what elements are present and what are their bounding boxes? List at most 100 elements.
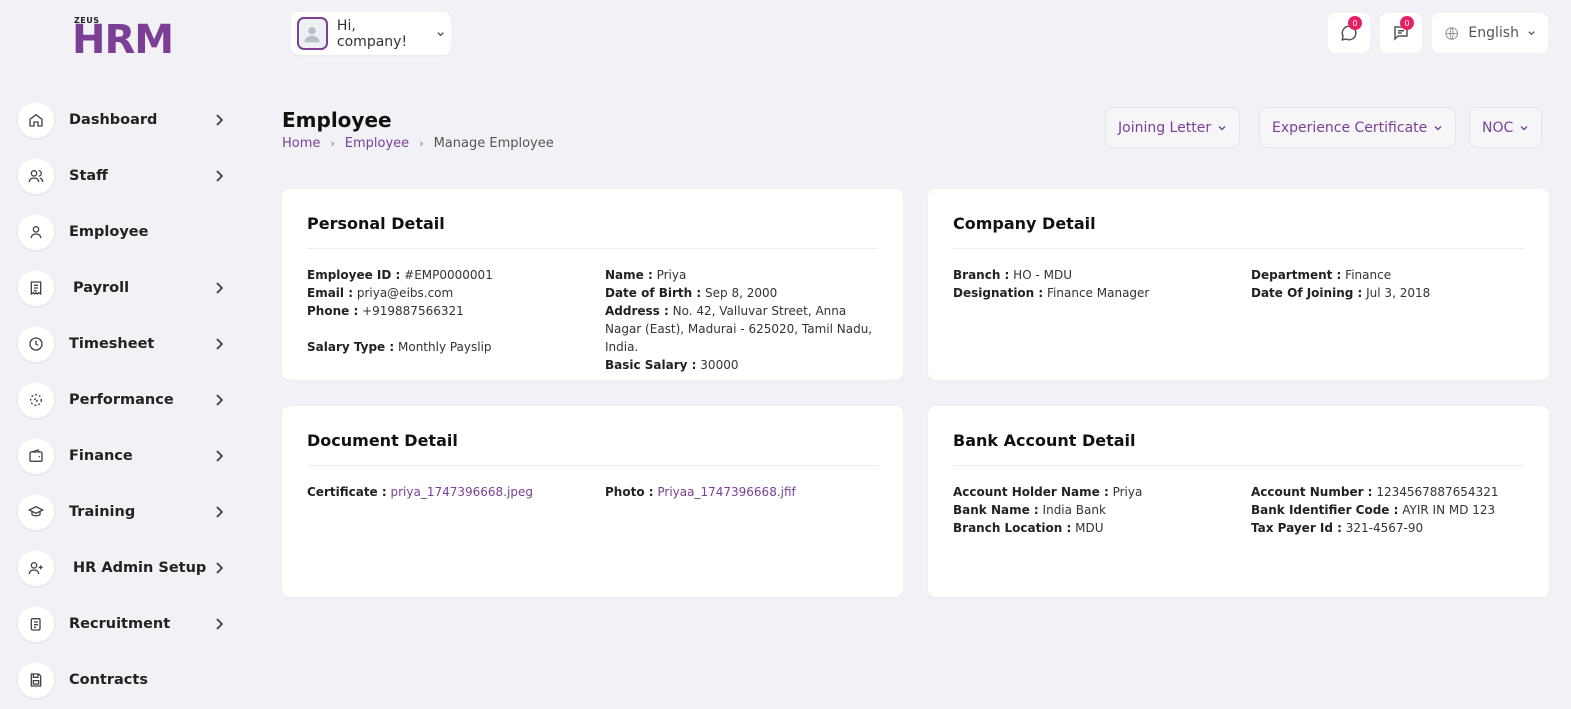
chevron-down-icon	[1218, 125, 1226, 130]
chevron-right-icon	[216, 618, 224, 630]
user-icon	[18, 214, 54, 250]
wallet-icon	[18, 438, 54, 474]
notifications-badge: 0	[1400, 16, 1414, 30]
sidebar-item-label: Staff	[69, 168, 108, 184]
branch-field: Branch : HO - MDU	[953, 268, 1072, 282]
chevron-down-icon	[1528, 31, 1535, 36]
dob-field: Date of Birth : Sep 8, 2000	[605, 286, 778, 300]
sidebar-item-employee[interactable]: Employee	[18, 212, 230, 252]
clipboard-icon	[18, 606, 54, 642]
home-icon	[18, 102, 54, 138]
sidebar-item-hr-admin-setup[interactable]: HR Admin Setup	[18, 548, 230, 588]
chevron-right-icon	[216, 562, 224, 574]
chevron-right-icon	[216, 338, 224, 350]
date-of-joining-field: Date Of Joining : Jul 3, 2018	[1251, 286, 1431, 300]
language-dropdown[interactable]: English	[1432, 13, 1548, 53]
joining-letter-button[interactable]: Joining Letter	[1105, 107, 1241, 148]
account-number-field: Account Number : 1234567887654321	[1251, 485, 1499, 499]
department-field: Department : Finance	[1251, 268, 1392, 282]
sidebar-item-contracts[interactable]: Contracts	[18, 660, 230, 700]
sidebar-item-label: HR Admin Setup	[73, 560, 207, 576]
card-title: Company Detail	[953, 214, 1524, 249]
noc-button[interactable]: NOC	[1469, 107, 1543, 148]
basic-salary-field: Basic Salary : 30000	[605, 358, 739, 372]
sidebar-item-timesheet[interactable]: Timesheet	[18, 324, 230, 364]
experience-certificate-button[interactable]: Experience Certificate	[1259, 107, 1457, 148]
certificate-field: Certificate : priya_1747396668.jpeg	[307, 485, 533, 499]
chevron-right-icon	[216, 114, 224, 126]
chevron-right-icon	[216, 170, 224, 182]
chevron-right-icon	[216, 506, 224, 518]
card-title: Personal Detail	[307, 214, 878, 249]
notifications-button[interactable]: 0	[1380, 13, 1422, 53]
breadcrumb-home[interactable]: Home	[282, 136, 320, 151]
chevron-right-icon	[216, 450, 224, 462]
company-detail-card: Company Detail Branch : HO - MDU Designa…	[928, 189, 1549, 380]
branch-location-field: Branch Location : MDU	[953, 521, 1104, 535]
sidebar-item-label: Timesheet	[69, 336, 155, 352]
messages-button[interactable]: 0	[1328, 13, 1370, 53]
noc-label: NOC	[1482, 119, 1514, 136]
chevron-right-icon: ›	[419, 137, 424, 150]
logo-main-text: HRM	[72, 17, 174, 63]
user-plus-icon	[18, 550, 54, 586]
email-field: Email : priya@eibs.com	[307, 286, 454, 300]
sidebar-item-recruitment[interactable]: Recruitment	[18, 604, 230, 644]
sidebar-item-training[interactable]: Training	[18, 492, 230, 532]
bank-account-detail-card: Bank Account Detail Account Holder Name …	[928, 406, 1549, 597]
sidebar-item-label: Payroll	[73, 280, 130, 296]
photo-field: Photo : Priyaa_1747396668.jfif	[605, 485, 796, 499]
phone-field: Phone : +919887566321	[307, 304, 464, 318]
chevron-right-icon	[216, 282, 224, 294]
user-avatar-icon	[304, 26, 320, 42]
breadcrumb-employee[interactable]: Employee	[345, 136, 409, 151]
chevron-down-icon	[1520, 125, 1528, 130]
sidebar-item-label: Contracts	[69, 672, 148, 688]
graduation-cap-icon	[18, 494, 54, 530]
salary-type-field: Salary Type : Monthly Payslip	[307, 340, 492, 354]
avatar	[297, 17, 328, 50]
designation-field: Designation : Finance Manager	[953, 286, 1150, 300]
sidebar-item-label: Finance	[69, 448, 133, 464]
greeting-text: Hi, company!	[336, 17, 408, 50]
card-title: Document Detail	[307, 431, 878, 466]
messages-badge: 0	[1348, 16, 1362, 30]
personal-detail-card: Personal Detail Employee ID : #EMP000000…	[282, 189, 903, 380]
joining-letter-label: Joining Letter	[1118, 119, 1212, 136]
sidebar-item-payroll[interactable]: Payroll	[18, 268, 230, 308]
chevron-right-icon: ›	[330, 137, 335, 150]
sidebar-item-dashboard[interactable]: Dashboard	[18, 100, 230, 140]
file-save-icon	[18, 662, 54, 698]
employee-id-field: Employee ID : #EMP0000001	[307, 268, 493, 282]
target-icon	[18, 382, 54, 418]
sidebar-item-label: Performance	[69, 392, 174, 408]
sidebar-item-label: Recruitment	[69, 616, 171, 632]
address-field: Address : No. 42, Valluvar Street, Anna …	[605, 304, 873, 354]
account-holder-field: Account Holder Name : Priya	[953, 485, 1143, 499]
card-title: Bank Account Detail	[953, 431, 1524, 466]
app-logo[interactable]: ZEUS HRM	[72, 16, 182, 62]
photo-link[interactable]: Priyaa_1747396668.jfif	[657, 485, 795, 499]
sidebar-item-label: Dashboard	[69, 112, 158, 128]
sidebar-item-label: Training	[69, 504, 136, 520]
sidebar-item-performance[interactable]: Performance	[18, 380, 230, 420]
bank-identifier-code-field: Bank Identifier Code : AYIR IN MD 123	[1251, 503, 1496, 517]
sidebar-item-staff[interactable]: Staff	[18, 156, 230, 196]
breadcrumb: Home › Employee › Manage Employee	[282, 136, 554, 151]
breadcrumb-current: Manage Employee	[433, 136, 554, 151]
sidebar-item-label: Employee	[69, 224, 149, 240]
sidebar-item-finance[interactable]: Finance	[18, 436, 230, 476]
certificate-link[interactable]: priya_1747396668.jpeg	[391, 485, 533, 499]
document-detail-card: Document Detail Certificate : priya_1747…	[282, 406, 903, 597]
experience-certificate-label: Experience Certificate	[1272, 119, 1428, 136]
tax-payer-id-field: Tax Payer Id : 321-4567-90	[1251, 521, 1424, 535]
receipt-icon	[18, 270, 54, 306]
name-field: Name : Priya	[605, 268, 687, 282]
chevron-right-icon	[216, 394, 224, 406]
globe-icon	[1445, 26, 1458, 40]
page-title: Employee	[282, 108, 392, 132]
language-label: English	[1468, 25, 1519, 41]
profile-dropdown[interactable]: Hi, company!	[291, 12, 451, 55]
chevron-down-icon	[437, 31, 444, 36]
clock-icon	[18, 326, 54, 362]
